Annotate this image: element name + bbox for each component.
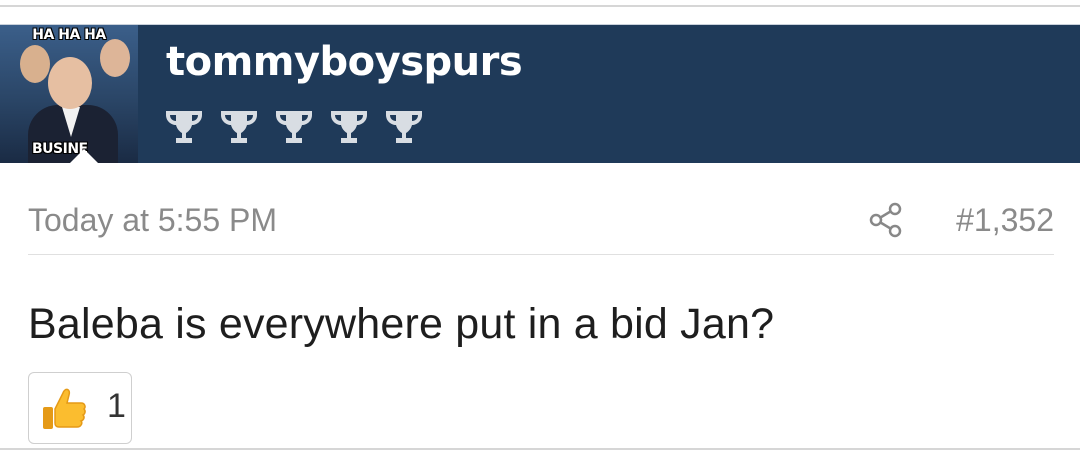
avatar-figure — [48, 57, 92, 109]
trophy-row[interactable] — [162, 107, 426, 147]
user-header: HA HA HA BUSINE tommyboyspurs — [0, 24, 1080, 163]
post-message: Baleba is everywhere put in a bid Jan? — [28, 300, 775, 348]
trophy-icon — [166, 111, 202, 143]
header-caret — [70, 149, 98, 163]
trophy-icon — [221, 111, 257, 143]
avatar[interactable]: HA HA HA BUSINE — [0, 25, 138, 163]
share-icon[interactable] — [868, 202, 904, 238]
trophy-icon — [386, 111, 422, 143]
forum-post: HA HA HA BUSINE tommyboyspurs Today at 5… — [0, 24, 1080, 476]
trophy-icon — [331, 111, 367, 143]
post-meta: Today at 5:55 PM #1,352 — [28, 190, 1054, 255]
reaction-button[interactable]: 1 — [28, 372, 132, 444]
avatar-figure — [20, 45, 50, 83]
post-number-link[interactable]: #1,352 — [956, 202, 1054, 239]
reaction-count: 1 — [107, 387, 126, 425]
thumbs-up-icon — [43, 388, 86, 429]
post-timestamp[interactable]: Today at 5:55 PM — [28, 202, 277, 239]
avatar-caption-top: HA HA HA — [32, 27, 106, 43]
username-link[interactable]: tommyboyspurs — [166, 39, 523, 85]
trophy-icon — [276, 111, 312, 143]
top-divider — [0, 5, 1080, 7]
bottom-divider — [0, 448, 1080, 450]
avatar-figure — [100, 39, 130, 77]
